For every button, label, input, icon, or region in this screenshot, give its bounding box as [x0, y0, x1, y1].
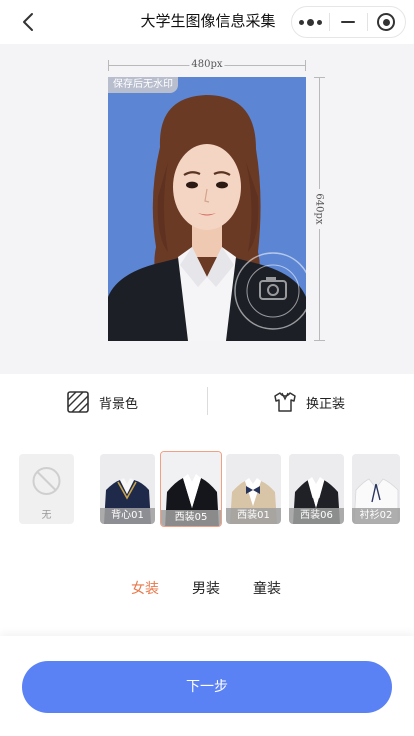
- change-suit-label: 换正装: [306, 396, 346, 412]
- clothes-label: 衬衫02: [352, 508, 400, 524]
- clothes-label: 背心01: [100, 508, 155, 524]
- chevron-left-icon: [23, 13, 33, 31]
- id-photo: 保存后无水印: [108, 77, 306, 341]
- minus-icon: [341, 20, 356, 24]
- target-icon: [377, 13, 396, 31]
- gender-tabs: 女装 男装 童装: [0, 576, 414, 602]
- change-suit-button[interactable]: 换正装: [273, 374, 345, 430]
- clothes-option-suit01[interactable]: 西装01: [226, 454, 281, 524]
- clothes-option-shirt02[interactable]: 衬衫02: [352, 454, 400, 524]
- portrait-illustration: [108, 95, 306, 341]
- top-nav-bar: 大学生图像信息采集: [0, 0, 414, 44]
- height-label: 640px: [313, 189, 325, 229]
- clothes-label: 西装06: [289, 508, 344, 524]
- clothes-label: 无: [41, 510, 52, 521]
- clothes-selector: 无 背心01 西装05 西装01 西装06 衬衫02: [0, 448, 414, 532]
- close-miniprogram-button[interactable]: [368, 7, 405, 37]
- next-step-button[interactable]: 下一步: [22, 661, 392, 713]
- tab-children[interactable]: 童装: [253, 576, 281, 602]
- mini-program-capsule: [291, 6, 406, 38]
- clothes-option-suit06[interactable]: 西装06: [289, 454, 344, 524]
- shirt-icon: [274, 392, 296, 412]
- clothes-option-none[interactable]: 无: [19, 454, 74, 524]
- width-dimension: 480px: [108, 58, 306, 72]
- width-label: 480px: [189, 58, 225, 72]
- background-color-button[interactable]: 背景色: [66, 374, 138, 430]
- clothes-option-suit05[interactable]: 西装05: [160, 451, 222, 527]
- more-button[interactable]: [292, 7, 329, 37]
- tab-women[interactable]: 女装: [131, 576, 159, 602]
- watermark-tag: 保存后无水印: [108, 77, 178, 93]
- photo-preview-area: 480px 640px 保存后无水印: [0, 44, 414, 374]
- prohibited-icon: [32, 467, 61, 495]
- clothes-label: 西装05: [161, 510, 221, 526]
- back-button[interactable]: [14, 8, 42, 36]
- minimize-button[interactable]: [330, 7, 367, 37]
- edit-tools-bar: 背景色 换正装: [0, 374, 414, 430]
- height-dimension: 640px: [312, 77, 326, 341]
- more-dots-icon: [299, 18, 322, 26]
- tab-men[interactable]: 男装: [192, 576, 220, 602]
- clothes-option-vest01[interactable]: 背心01: [100, 454, 155, 524]
- background-color-label: 背景色: [99, 396, 139, 412]
- background-pattern-icon: [67, 391, 89, 413]
- clothes-label: 西装01: [226, 508, 281, 524]
- bottom-action-bar: 下一步: [0, 636, 414, 736]
- tools-divider: [207, 387, 208, 415]
- page-title: 大学生图像信息采集: [140, 12, 276, 30]
